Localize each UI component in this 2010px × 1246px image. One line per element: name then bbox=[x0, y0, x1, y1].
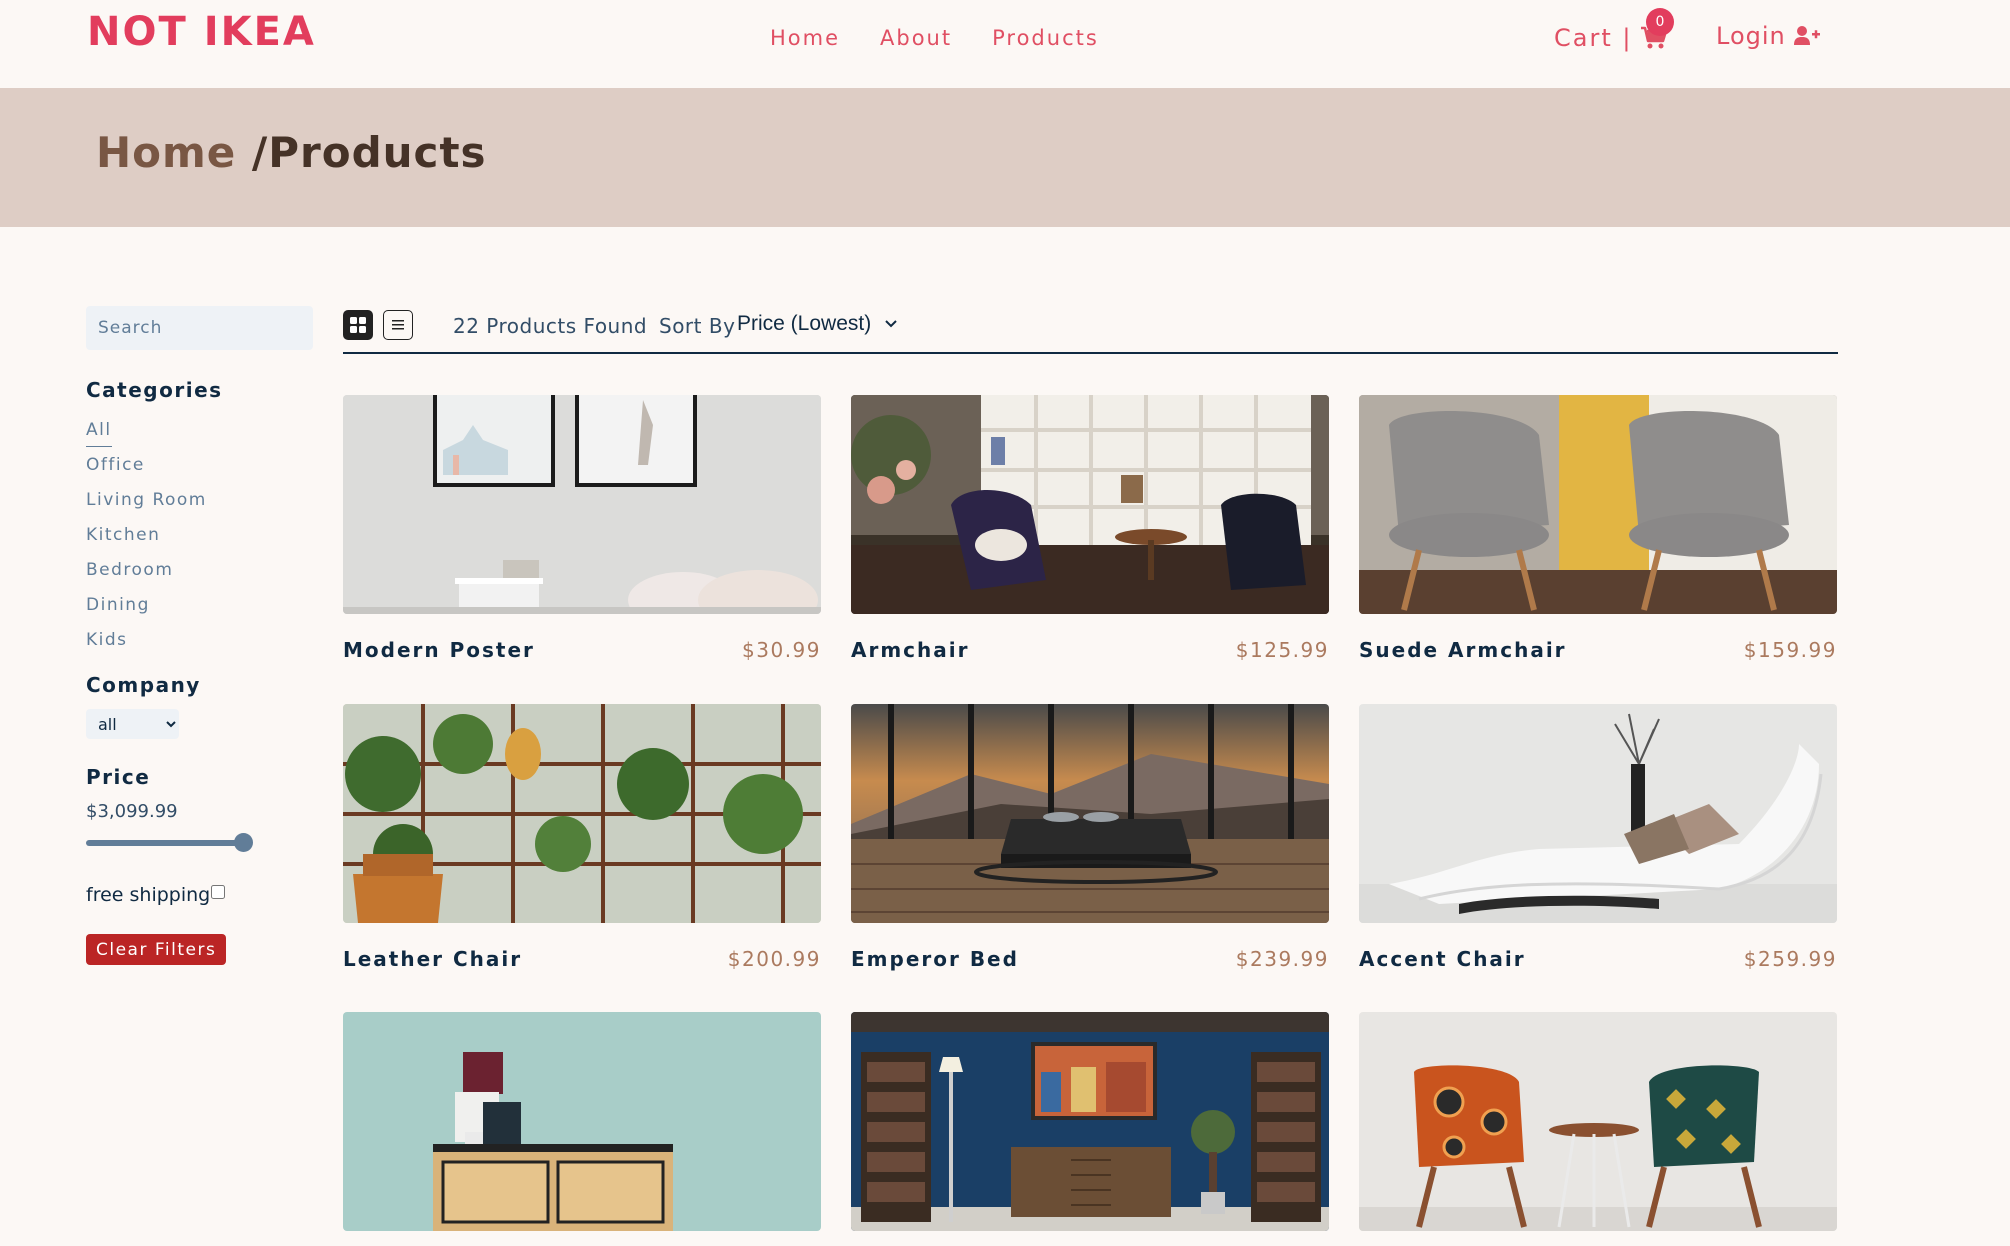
company-select[interactable]: all bbox=[86, 709, 179, 739]
product-card: Leather Chair $200.99 bbox=[343, 704, 821, 971]
user-plus-icon bbox=[1793, 26, 1820, 45]
product-name: Modern Poster bbox=[343, 638, 535, 662]
product-name: Emperor Bed bbox=[851, 947, 1019, 971]
products-found-count: 22 Products Found bbox=[453, 314, 648, 338]
product-image-leather-chair[interactable] bbox=[343, 704, 821, 923]
company-heading: Company bbox=[86, 673, 201, 697]
cart-count-badge: 0 bbox=[1646, 8, 1674, 36]
product-card: Armchair $125.99 bbox=[851, 395, 1329, 662]
cart-link[interactable]: Cart | 0 bbox=[1554, 8, 1674, 52]
product-price: $259.99 bbox=[1743, 947, 1837, 971]
breadcrumb-current: /Products bbox=[251, 128, 487, 177]
price-slider-thumb[interactable] bbox=[234, 833, 253, 852]
product-price: $125.99 bbox=[1235, 638, 1329, 662]
product-image-armchair[interactable] bbox=[851, 395, 1329, 614]
sort-select[interactable]: Price (Lowest) bbox=[737, 312, 897, 336]
grid-view-icon bbox=[350, 317, 366, 333]
nav-links: Home About Products bbox=[770, 26, 1099, 50]
nav-link-home[interactable]: Home bbox=[770, 26, 840, 50]
nav-link-products[interactable]: Products bbox=[992, 26, 1099, 50]
product-footer: Accent Chair $259.99 bbox=[1359, 947, 1837, 971]
price-slider-track bbox=[86, 840, 249, 846]
product-footer: Suede Armchair $159.99 bbox=[1359, 638, 1837, 662]
category-living-room[interactable]: Living Room bbox=[86, 482, 207, 517]
category-dining[interactable]: Dining bbox=[86, 587, 150, 622]
products-toolbar: 22 Products Found Sort By Price (Lowest) bbox=[343, 308, 1838, 354]
grid-view-button[interactable] bbox=[343, 310, 373, 340]
clear-filters-button[interactable]: Clear Filters bbox=[86, 934, 227, 965]
free-shipping-option: free shipping bbox=[86, 884, 316, 906]
cart-label: Cart | bbox=[1554, 24, 1633, 52]
free-shipping-checkbox[interactable] bbox=[211, 885, 226, 899]
navbar: NOT IKEA Home About Products Cart | 0 Lo… bbox=[0, 0, 2010, 88]
category-office[interactable]: Office bbox=[86, 447, 145, 482]
price-slider[interactable] bbox=[86, 833, 253, 852]
product-price: $239.99 bbox=[1235, 947, 1329, 971]
product-price: $159.99 bbox=[1743, 638, 1837, 662]
free-shipping-label: free shipping bbox=[86, 884, 211, 906]
page-hero: Home /Products bbox=[0, 88, 2010, 227]
login-button[interactable]: Login bbox=[1716, 22, 1820, 50]
product-card bbox=[343, 1012, 821, 1246]
product-card bbox=[1359, 1012, 1837, 1246]
product-name: Leather Chair bbox=[343, 947, 523, 971]
category-list: All Office Living Room Kitchen Bedroom D… bbox=[86, 412, 316, 657]
chevron-down-icon bbox=[885, 320, 897, 328]
category-kids[interactable]: Kids bbox=[86, 622, 128, 657]
product-name: Accent Chair bbox=[1359, 947, 1526, 971]
filters-sidebar: Categories All Office Living Room Kitche… bbox=[86, 306, 316, 965]
product-price: $200.99 bbox=[727, 947, 821, 971]
product-image-emperor-bed[interactable] bbox=[851, 704, 1329, 923]
login-label: Login bbox=[1716, 22, 1786, 50]
product-card: Modern Poster $30.99 bbox=[343, 395, 821, 662]
product-name: Suede Armchair bbox=[1359, 638, 1567, 662]
nav-link-about[interactable]: About bbox=[880, 26, 952, 50]
site-logo[interactable]: NOT IKEA bbox=[87, 9, 316, 55]
product-image-mugs-cabinet[interactable] bbox=[343, 1012, 821, 1231]
category-all[interactable]: All bbox=[86, 412, 112, 447]
sort-by-label: Sort By bbox=[659, 314, 736, 338]
category-kitchen[interactable]: Kitchen bbox=[86, 517, 160, 552]
breadcrumb-home-link[interactable]: Home bbox=[96, 128, 236, 177]
categories-heading: Categories bbox=[86, 378, 223, 402]
list-view-button[interactable] bbox=[383, 310, 413, 340]
price-heading: Price bbox=[86, 765, 151, 789]
product-image-suede-armchair[interactable] bbox=[1359, 395, 1837, 614]
product-footer: Armchair $125.99 bbox=[851, 638, 1329, 662]
product-card: Emperor Bed $239.99 bbox=[851, 704, 1329, 971]
product-price: $30.99 bbox=[742, 638, 821, 662]
product-card bbox=[851, 1012, 1329, 1246]
price-value: $3,099.99 bbox=[86, 801, 178, 822]
product-footer: Leather Chair $200.99 bbox=[343, 947, 821, 971]
product-footer: Modern Poster $30.99 bbox=[343, 638, 821, 662]
product-card: Suede Armchair $159.99 bbox=[1359, 395, 1837, 662]
sort-selected-value: Price (Lowest) bbox=[737, 312, 872, 335]
product-name: Armchair bbox=[851, 638, 970, 662]
category-bedroom[interactable]: Bedroom bbox=[86, 552, 173, 587]
product-footer: Emperor Bed $239.99 bbox=[851, 947, 1329, 971]
search-input[interactable] bbox=[86, 306, 313, 350]
product-image-blue-room[interactable] bbox=[851, 1012, 1329, 1231]
breadcrumb: Home /Products bbox=[96, 128, 487, 177]
product-image-modern-poster[interactable] bbox=[343, 395, 821, 614]
list-view-icon bbox=[392, 320, 404, 330]
product-image-accent-chair[interactable] bbox=[1359, 704, 1837, 923]
product-card: Accent Chair $259.99 bbox=[1359, 704, 1837, 971]
product-image-patterned-chairs[interactable] bbox=[1359, 1012, 1837, 1231]
